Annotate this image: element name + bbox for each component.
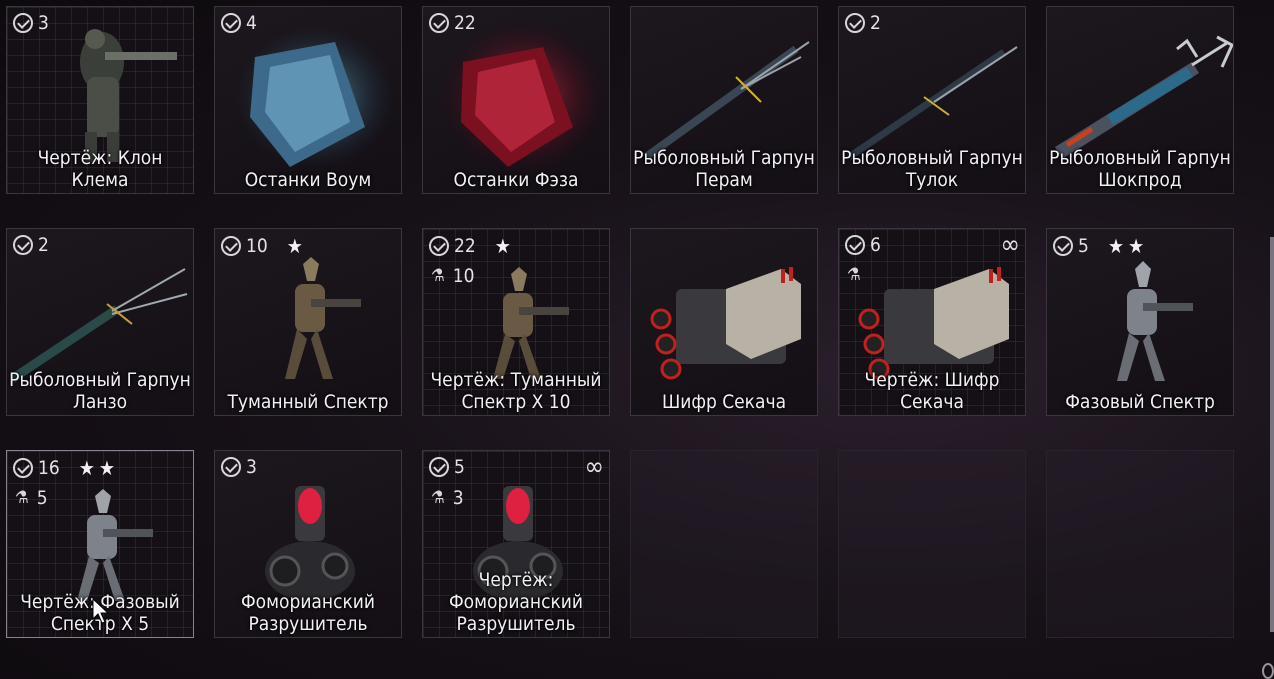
tile-badges: 22 [429,12,476,34]
blue-remains-icon [235,25,395,169]
item-name: Чертёж: Шифр Секача [864,369,1000,413]
tile-badges: 5 [429,456,465,478]
tile-badges: 6 [845,234,881,256]
red-remains-icon [438,19,608,175]
item-name: Фоморианский Разрушитель [240,591,376,635]
tile-badges: 4 [221,12,257,34]
inventory-tile[interactable]: 22 Останки Фэза [422,6,610,194]
owned-check-icon [1053,236,1073,256]
item-name: Туманный Спектр [227,391,389,413]
inventory-tile[interactable]: 22 ★ ⚗ 10 Чертёж: Туманный Спектр X 10 [422,228,610,416]
scrollbar[interactable] [1270,237,1274,632]
tile-badges: 3 [13,12,49,34]
item-count: 22 [454,12,476,34]
tile-badges: 10 ★ [221,234,307,258]
craft-icon: ⚗ [431,266,445,286]
owned-check-icon [13,235,33,255]
inventory-tile[interactable]: 2 Рыболовный Гарпун Тулок [838,6,1026,194]
inventory-grid: 3 Чертёж: Клон Клема 4 Останки Воум 22 О… [6,6,1234,638]
cipher-device-icon [650,267,801,380]
item-name: Останки Фэза [453,169,579,191]
infinite-icon: ∞ [1000,230,1021,260]
inventory-tile[interactable]: 2 Рыболовный Гарпун Ланзо [6,228,194,416]
owned-check-icon [429,13,449,33]
item-count: 3 [38,12,49,34]
infinite-icon: ∞ [584,452,605,482]
item-count: 16 [38,457,60,479]
owned-check-icon [221,457,241,477]
item-name: Шифр Секача [661,391,787,413]
item-name: Рыболовный Гарпун Перам [633,147,815,191]
empty-slot [1046,450,1234,638]
rank-stars: ★★ [78,456,120,480]
owned-check-icon [429,457,449,477]
empty-slot [838,450,1026,638]
item-count: 2 [38,234,49,256]
crafted-count: ⚗ 5 [15,487,48,509]
item-count: 5 [454,456,465,478]
inventory-tile[interactable]: 5 ∞ ⚗ 3 Чертёж: Фоморианский Разрушитель [422,450,610,638]
item-name: Рыболовный Гарпун Ланзо [9,369,191,413]
crafted-count: ⚗ 3 [431,487,464,509]
inventory-tile[interactable]: 5 ★★ Фазовый Спектр [1046,228,1234,416]
owned-check-icon [13,458,33,478]
item-name: Чертёж: Туманный Спектр X 10 [430,369,602,413]
item-name: Чертёж: Фоморианский Разрушитель [448,569,584,635]
item-count: 10 [246,235,268,257]
inventory-tile[interactable]: 10 ★ Туманный Спектр [214,228,402,416]
scroll-knob-icon[interactable] [1262,663,1274,679]
item-count: 3 [246,456,257,478]
item-name: Рыболовный Гарпун Тулок [841,147,1023,191]
crafted-count: ⚗ [847,265,861,285]
tile-badges: 2 [845,12,881,34]
item-count: 5 [1078,235,1089,257]
item-name: Рыболовный Гарпун Шокпрод [1049,147,1231,191]
rank-stars: ★ [286,234,307,258]
item-name: Чертёж: Клон Клема [37,147,163,191]
tile-badges: 5 ★★ [1053,234,1148,258]
tile-badges: 22 ★ [429,234,515,258]
owned-check-icon [845,235,865,255]
owned-check-icon [221,236,241,256]
item-name: Фазовый Спектр [1065,391,1215,413]
inventory-tile[interactable]: 4 Останки Воум [214,6,402,194]
rank-stars: ★ [494,234,515,258]
item-count: 22 [454,235,476,257]
inventory-tile[interactable]: 3 Чертёж: Клон Клема [6,6,194,194]
owned-check-icon [845,13,865,33]
item-count: 2 [870,12,881,34]
item-count: 4 [246,12,257,34]
owned-check-icon [13,13,33,33]
inventory-tile[interactable]: Шифр Секача [630,228,818,416]
owned-check-icon [429,236,449,256]
rank-stars: ★★ [1107,234,1149,258]
mouse-cursor-icon [92,598,110,624]
craft-icon: ⚗ [15,488,29,508]
crafted-count: ⚗ 10 [431,265,475,287]
tile-badges: 16 ★★ [13,456,119,480]
inventory-tile[interactable]: 6 ∞ ⚗ Чертёж: Шифр Секача [838,228,1026,416]
inventory-tile[interactable]: Рыболовный Гарпун Перам [630,6,818,194]
inventory-tile[interactable]: Рыболовный Гарпун Шокпрод [1046,6,1234,194]
craft-icon: ⚗ [431,488,445,508]
inventory-tile[interactable]: 3 Фоморианский Разрушитель [214,450,402,638]
tile-badges: 3 [221,456,257,478]
item-name: Останки Воум [244,169,372,191]
craft-icon: ⚗ [847,265,861,285]
owned-check-icon [221,13,241,33]
tile-badges: 2 [13,234,49,256]
empty-slot [630,450,818,638]
item-count: 6 [870,234,881,256]
